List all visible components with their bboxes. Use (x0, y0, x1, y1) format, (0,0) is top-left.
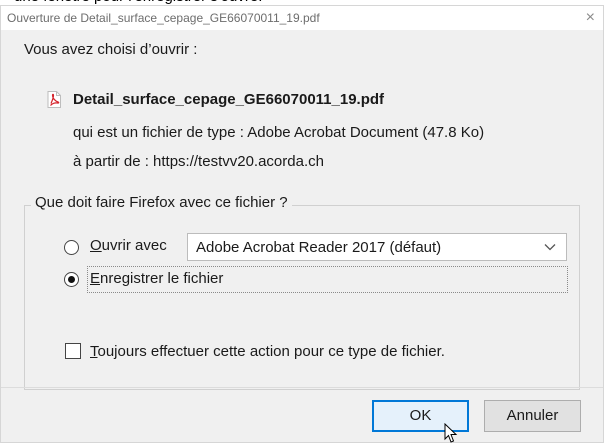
file-source-line: à partir de : https://testvv20.acorda.ch (73, 153, 324, 170)
always-do-this-accel: T (90, 343, 98, 360)
intro-text: Vous avez choisi d’ouvrir : (24, 41, 198, 58)
cancel-button[interactable]: Annuler (484, 400, 581, 432)
save-file-radio[interactable] (64, 272, 79, 287)
open-with-label[interactable]: Ouvrir avec (90, 237, 167, 254)
chevron-down-icon (544, 244, 556, 251)
dialog-title: Ouverture de Detail_surface_cepage_GE660… (7, 11, 320, 25)
mouse-pointer-icon (444, 423, 458, 443)
action-question: Que doit faire Firefox avec ce fichier ? (31, 194, 292, 211)
file-name: Detail_surface_cepage_GE66070011_19.pdf (73, 91, 385, 108)
always-do-this-label[interactable]: Toujours effectuer cette action pour ce … (90, 343, 445, 360)
save-file-accel: E (90, 270, 101, 287)
open-with-radio[interactable] (64, 240, 79, 255)
dialog-body: Vous avez choisi d’ouvrir : Detail_surfa… (1, 30, 603, 443)
application-select-value: Adobe Acrobat Reader 2017 (défaut) (196, 239, 442, 256)
open-with-label-rest: uvrir avec (101, 237, 167, 254)
save-file-label-rest: nregistrer le fichier (100, 270, 224, 287)
save-file-label[interactable]: Enregistrer le fichier (90, 270, 223, 287)
footer-divider (1, 387, 603, 388)
application-select[interactable]: Adobe Acrobat Reader 2017 (défaut) (187, 233, 567, 261)
download-dialog: Ouverture de Detail_surface_cepage_GE660… (0, 5, 604, 443)
file-type-line: qui est un fichier de type : Adobe Acrob… (73, 124, 485, 141)
title-bar: Ouverture de Detail_surface_cepage_GE660… (1, 6, 603, 30)
always-do-this-label-rest: oujours effectuer cette action pour ce t… (97, 343, 445, 360)
open-with-accel: O (90, 237, 102, 254)
close-icon[interactable]: × (586, 9, 595, 27)
always-do-this-checkbox[interactable] (65, 343, 81, 359)
pdf-file-icon (47, 91, 61, 108)
